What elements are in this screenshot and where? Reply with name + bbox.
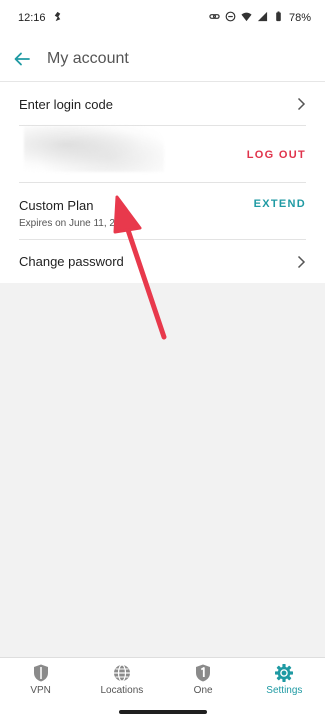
globe-icon bbox=[113, 664, 130, 682]
page-title: My account bbox=[47, 49, 129, 67]
enter-login-code-row[interactable]: Enter login code bbox=[0, 82, 325, 126]
vpn-key-icon bbox=[52, 11, 63, 25]
arrow-left-icon bbox=[14, 52, 30, 65]
change-password-row[interactable]: Change password bbox=[0, 240, 325, 283]
nav-vpn-label: VPN bbox=[30, 685, 51, 696]
chevron-right-icon bbox=[297, 97, 306, 111]
plan-expiry: Expires on June 11, 2024 bbox=[19, 218, 132, 229]
battery-percent: 78% bbox=[288, 12, 311, 24]
plan-name: Custom Plan bbox=[19, 198, 94, 213]
nav-settings-label: Settings bbox=[266, 685, 303, 696]
app-bar: My account bbox=[0, 36, 325, 82]
battery-icon bbox=[273, 11, 284, 25]
nav-settings[interactable]: Settings bbox=[244, 658, 325, 702]
bottom-nav: VPN Locations One Settings bbox=[0, 657, 325, 702]
enter-login-code-label: Enter login code bbox=[19, 96, 113, 112]
nav-one[interactable]: One bbox=[163, 658, 244, 702]
gear-icon bbox=[275, 664, 294, 682]
nav-vpn[interactable]: VPN bbox=[0, 658, 81, 702]
shield-icon bbox=[33, 664, 48, 682]
do-not-disturb-icon bbox=[225, 11, 236, 25]
account-row: LOG OUT bbox=[0, 126, 325, 183]
link-icon bbox=[209, 11, 220, 25]
nav-one-label: One bbox=[193, 685, 213, 696]
back-button[interactable] bbox=[0, 36, 44, 82]
account-list: Enter login code LOG OUT Custom Plan Exp… bbox=[0, 82, 325, 283]
gesture-handle[interactable] bbox=[119, 710, 207, 714]
shield-one-icon bbox=[196, 664, 211, 682]
gesture-area bbox=[0, 701, 325, 722]
nav-locations-label: Locations bbox=[100, 685, 144, 696]
status-bar: 12:16 78% bbox=[0, 0, 325, 36]
wifi-icon bbox=[241, 11, 252, 25]
cell-signal-icon bbox=[257, 11, 268, 25]
extend-button[interactable]: EXTEND bbox=[254, 198, 306, 210]
status-time: 12:16 bbox=[18, 12, 46, 24]
change-password-label: Change password bbox=[19, 254, 124, 269]
nav-locations[interactable]: Locations bbox=[81, 658, 162, 702]
plan-row: Custom Plan Expires on June 11, 2024 EXT… bbox=[0, 183, 325, 240]
logout-button[interactable]: LOG OUT bbox=[247, 149, 306, 161]
chevron-right-icon bbox=[297, 255, 306, 268]
